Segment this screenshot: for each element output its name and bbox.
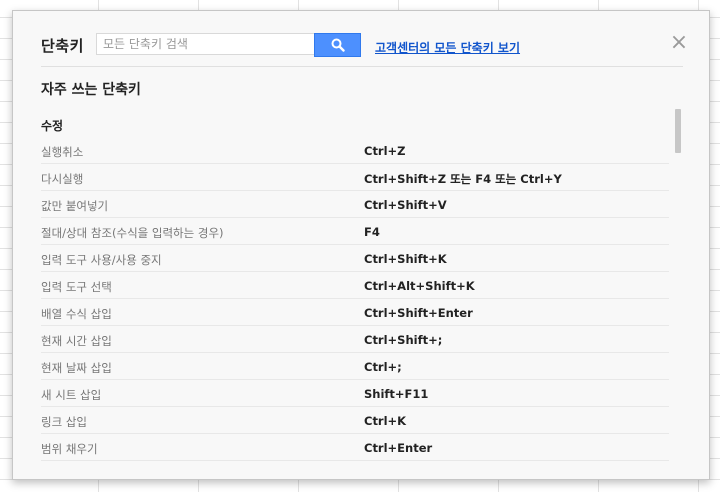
shortcut-keys: Ctrl+Shift+; <box>364 333 443 347</box>
shortcut-row: 배열 수식 삽입 Ctrl+Shift+Enter <box>41 299 669 326</box>
shortcut-keys: Ctrl+Z <box>364 144 406 158</box>
shortcut-row: 다시실행 Ctrl+Shift+Z 또는 F4 또는 Ctrl+Y <box>41 164 669 191</box>
shortcut-name: 현재 시간 삽입 <box>41 334 112 348</box>
shortcut-list: 실행취소 Ctrl+Z 다시실행 Ctrl+Shift+Z 또는 F4 또는 Ctr… <box>41 137 669 461</box>
shortcut-row: 입력 도구 사용/사용 중지 Ctrl+Shift+K <box>41 245 669 272</box>
close-icon[interactable]: × <box>669 32 689 54</box>
dialog-title: 단축키 <box>41 37 84 55</box>
section-title: 자주 쓰는 단축키 <box>41 82 141 98</box>
shortcut-keys: Ctrl+Alt+Shift+K <box>364 279 475 293</box>
shortcut-keys: Ctrl+Shift+Z 또는 F4 또는 Ctrl+Y <box>364 172 562 186</box>
shortcut-name: 현재 날짜 삽입 <box>41 361 112 375</box>
shortcut-row: 링크 삽입 Ctrl+K <box>41 407 669 434</box>
shortcut-row: 값만 붙여넣기 Ctrl+Shift+V <box>41 191 669 218</box>
dialog-header: 단축키 고객센터의 모든 단축키 보기 × <box>13 11 709 67</box>
shortcut-keys: Ctrl+Shift+V <box>364 198 447 212</box>
search-button[interactable] <box>314 33 361 57</box>
shortcut-keys: Ctrl+Shift+Enter <box>364 306 473 320</box>
shortcut-keys: Ctrl+Shift+K <box>364 252 447 266</box>
shortcut-name: 새 시트 삽입 <box>41 388 102 402</box>
shortcut-row: 입력 도구 선택 Ctrl+Alt+Shift+K <box>41 272 669 299</box>
header-divider <box>41 66 683 67</box>
shortcut-keys: Ctrl+K <box>364 414 407 428</box>
search-icon <box>331 38 345 52</box>
help-center-shortcuts-link[interactable]: 고객센터의 모든 단축키 보기 <box>375 39 520 56</box>
shortcut-name: 링크 삽입 <box>41 415 87 429</box>
shortcut-name: 다시실행 <box>41 172 84 186</box>
shortcut-keys: Shift+F11 <box>364 387 429 401</box>
keyboard-shortcuts-dialog: 단축키 고객센터의 모든 단축키 보기 × 자주 쓰는 단축키 수정 실행취소 C… <box>12 10 710 480</box>
shortcut-row: 새 시트 삽입 Shift+F11 <box>41 380 669 407</box>
scrollbar-thumb[interactable] <box>675 109 681 153</box>
shortcut-row: 범위 채우기 Ctrl+Enter <box>41 434 669 461</box>
shortcut-keys: Ctrl+; <box>364 360 402 374</box>
shortcut-row: 현재 날짜 삽입 Ctrl+; <box>41 353 669 380</box>
shortcut-keys: Ctrl+Enter <box>364 441 433 455</box>
category-title: 수정 <box>41 119 64 133</box>
shortcut-keys: F4 <box>364 225 380 239</box>
shortcut-search-input[interactable] <box>96 33 314 55</box>
shortcut-name: 입력 도구 선택 <box>41 280 112 294</box>
shortcut-name: 배열 수식 삽입 <box>41 307 112 321</box>
shortcut-row: 절대/상대 참조(수식을 입력하는 경우) F4 <box>41 218 669 245</box>
shortcut-name: 입력 도구 사용/사용 중지 <box>41 253 162 267</box>
shortcut-row: 현재 시간 삽입 Ctrl+Shift+; <box>41 326 669 353</box>
shortcut-name: 범위 채우기 <box>41 442 98 456</box>
shortcut-name: 값만 붙여넣기 <box>41 199 109 213</box>
shortcut-name: 절대/상대 참조(수식을 입력하는 경우) <box>41 226 224 240</box>
shortcut-row: 실행취소 Ctrl+Z <box>41 137 669 164</box>
shortcut-name: 실행취소 <box>41 145 84 159</box>
